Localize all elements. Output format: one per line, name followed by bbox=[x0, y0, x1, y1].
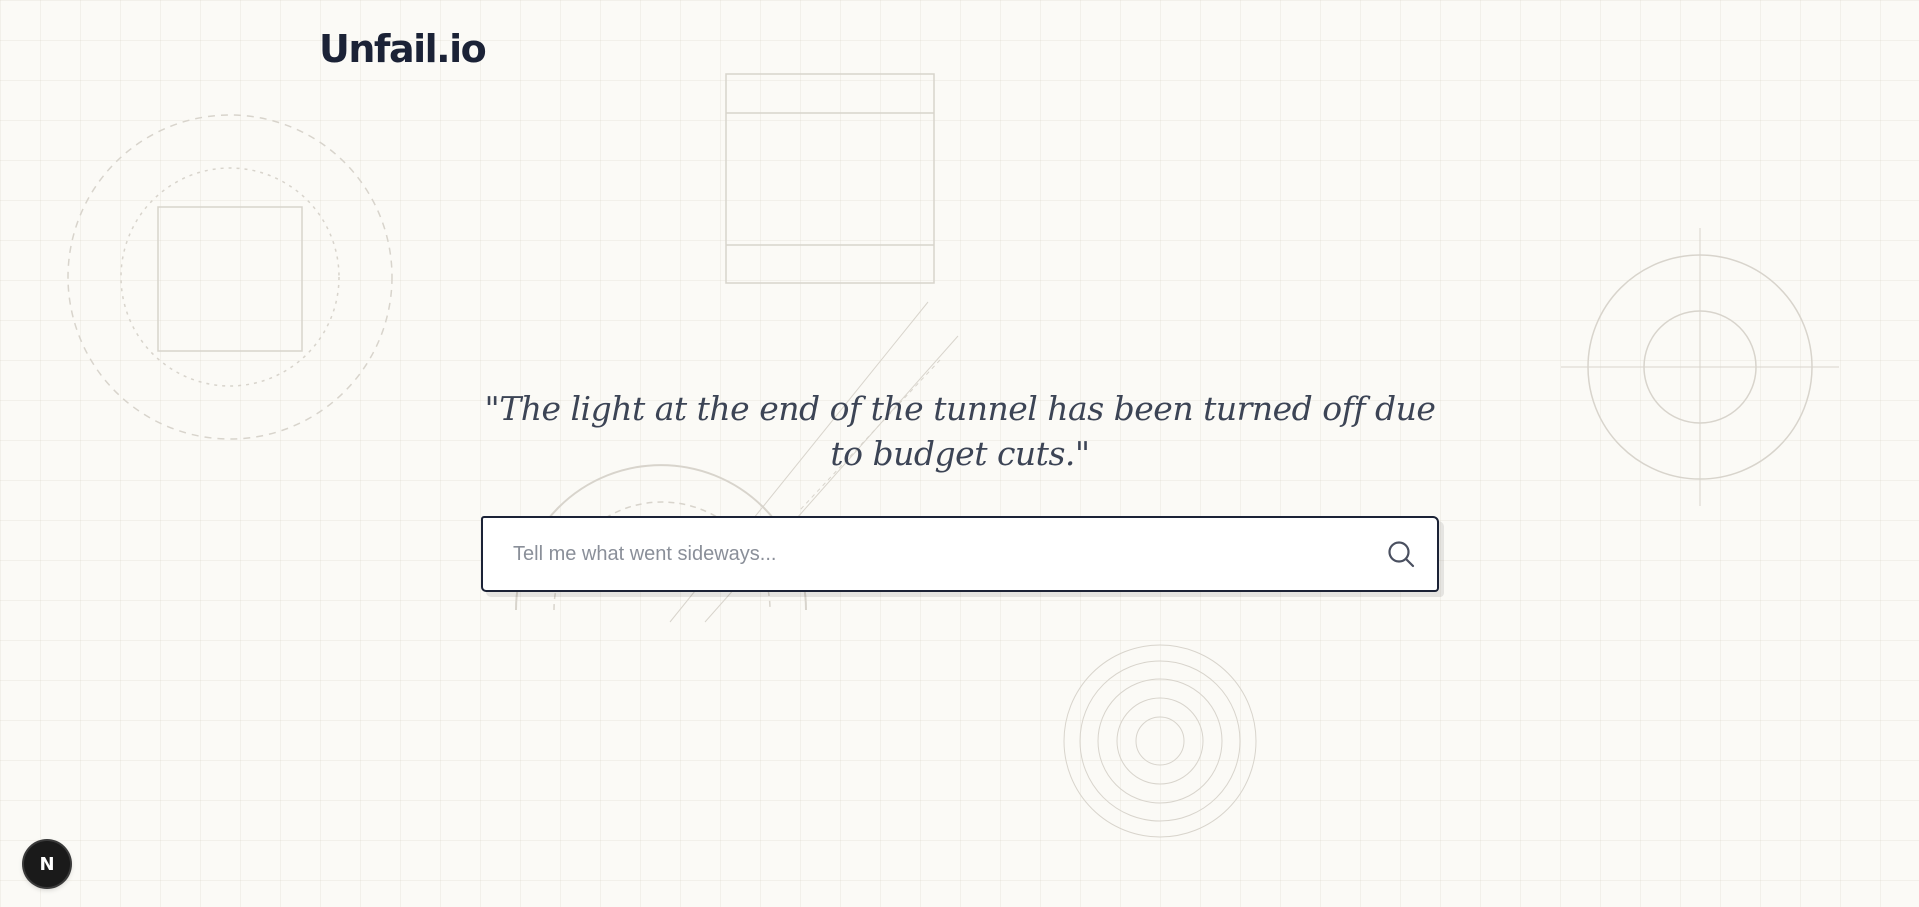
search-input[interactable] bbox=[483, 518, 1365, 590]
decor-rings-4 bbox=[1116, 697, 1204, 785]
decor-square-left bbox=[157, 206, 303, 352]
dev-tools-badge[interactable]: N bbox=[24, 841, 70, 887]
decor-dashed-circle-outer bbox=[67, 114, 393, 440]
decor-rect-top bbox=[725, 73, 935, 284]
decor-rings-3 bbox=[1097, 678, 1223, 804]
decor-dotted-circle-inner bbox=[120, 167, 340, 387]
search-icon bbox=[1388, 541, 1415, 568]
decor-target-inner bbox=[1643, 310, 1757, 424]
site-logo[interactable]: Unfail.io bbox=[319, 30, 487, 68]
decor-rings-1 bbox=[1063, 644, 1257, 838]
decor-rings-5 bbox=[1135, 716, 1185, 766]
hero-quote: "The light at the end of the tunnel has … bbox=[484, 389, 1436, 473]
decor-target-outer bbox=[1587, 254, 1813, 480]
search-bar bbox=[481, 516, 1439, 592]
search-button[interactable] bbox=[1365, 518, 1437, 590]
dev-tools-letter: N bbox=[39, 853, 55, 875]
decor-rings-2 bbox=[1079, 660, 1241, 822]
